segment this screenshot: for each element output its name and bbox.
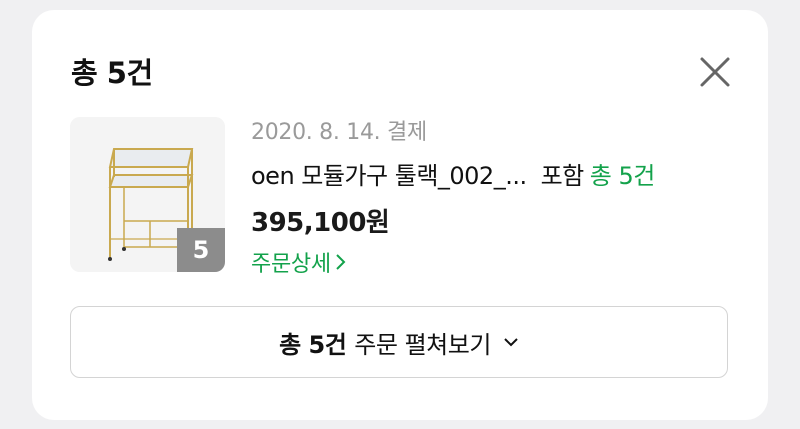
close-icon: [700, 57, 730, 87]
included-label: 포함: [540, 162, 585, 190]
order-price: 395,100원: [251, 208, 390, 238]
close-button[interactable]: [698, 55, 732, 89]
product-line: oen 모듈가구 툴랙_002_... 포함 총 5건: [251, 156, 655, 191]
item-count-badge: 5: [177, 228, 225, 272]
expand-orders-button[interactable]: 총 5건 주문 펼쳐보기: [70, 306, 728, 378]
total-count-label: 총 5건: [589, 162, 656, 190]
expand-label: 주문 펼쳐보기: [354, 330, 491, 359]
chevron-down-icon: [504, 338, 518, 347]
expand-total-label: 총 5건: [279, 330, 347, 359]
chevron-right-icon: [336, 254, 346, 270]
order-summary-card: 총 5건 5 2020. 8. 14. 결제 oen 모듈가구 툴랙_002_.…: [32, 10, 768, 420]
order-date: 2020. 8. 14. 결제: [251, 120, 427, 145]
order-detail-link[interactable]: 주문상세: [251, 246, 347, 278]
order-detail-label: 주문상세: [251, 252, 331, 277]
page-title: 총 5건: [71, 56, 153, 90]
product-thumbnail[interactable]: 5: [70, 117, 225, 272]
product-name: oen 모듈가구 툴랙_002_...: [251, 162, 527, 190]
